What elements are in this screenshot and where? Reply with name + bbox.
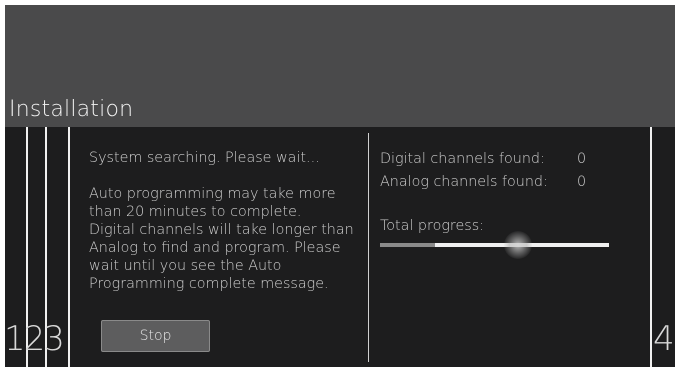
menu-level-line-4: [650, 127, 652, 367]
auto-programming-message: Auto programming may take more than 20 m…: [89, 186, 336, 220]
column-divider: [368, 133, 369, 362]
installation-screen: Installation 123 4 System searching. Ple…: [5, 5, 675, 367]
analog-channels-label: Analog channels found:: [380, 174, 548, 190]
analog-channels-count: 0: [577, 174, 587, 190]
header-bar: Installation: [5, 5, 675, 127]
digital-channels-note: Digital channels will take longer than A…: [89, 222, 354, 292]
menu-level-number-current: 4: [653, 319, 675, 359]
stop-button[interactable]: Stop: [101, 320, 210, 352]
total-progress-fill: [380, 243, 435, 247]
searching-message: System searching. Please wait...: [89, 150, 320, 166]
digital-channels-count: 0: [577, 151, 587, 167]
total-progress-label: Total progress:: [380, 218, 484, 234]
digital-channels-label: Digital channels found:: [380, 151, 545, 167]
menu-level-numbers: 123: [5, 319, 65, 359]
page-title: Installation: [9, 97, 134, 122]
progress-indicator-glow: [503, 231, 532, 259]
menu-level-line-3: [68, 127, 70, 367]
total-progress-bar: [380, 243, 609, 247]
